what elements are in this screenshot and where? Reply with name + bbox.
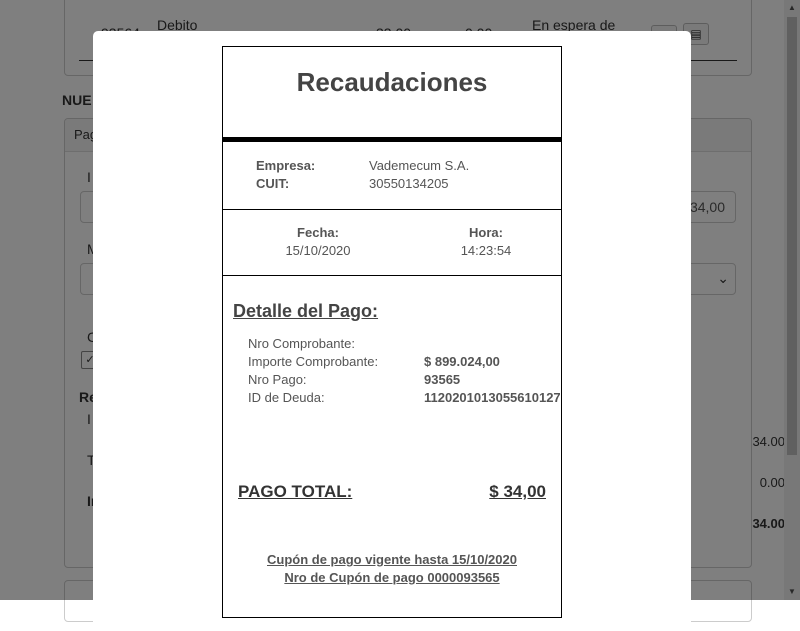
time-label: Hora: <box>469 225 503 240</box>
time-value: 14:23:54 <box>460 243 512 258</box>
detail-value: $ 899.024,00 <box>424 354 500 369</box>
receipt-divider <box>223 275 561 276</box>
date-label: Fecha: <box>297 225 339 240</box>
coupon-valid-text: Cupón de pago vigente hasta 15/10/2020 <box>267 552 517 567</box>
receipt: Recaudaciones Empresa: Vademecum S.A. CU… <box>222 46 562 618</box>
coupon-number-text: Nro de Cupón de pago 0000093565 <box>284 570 500 585</box>
company-value: Vademecum S.A. <box>369 158 470 173</box>
receipt-divider <box>223 209 561 210</box>
cuit-label: CUIT: <box>256 176 290 191</box>
total-value: $ 34,00 <box>489 482 546 501</box>
company-label: Empresa: <box>256 158 316 173</box>
receipt-modal: Recaudaciones Empresa: Vademecum S.A. CU… <box>93 31 691 631</box>
detail-label: ID de Deuda: <box>248 390 325 405</box>
detail-label: Nro Comprobante: <box>248 336 355 351</box>
detail-value: 93565 <box>424 372 461 387</box>
detail-value: 11202010130556101270 <box>424 390 560 405</box>
receipt-title: Recaudaciones <box>296 67 488 97</box>
total-label: PAGO TOTAL: <box>238 482 353 501</box>
detail-label: Importe Comprobante: <box>248 354 379 369</box>
detail-title: Detalle del Pago: <box>233 301 379 321</box>
detail-label: Nro Pago: <box>248 372 307 387</box>
receipt-header-divider <box>223 137 561 142</box>
date-value: 15/10/2020 <box>285 243 351 258</box>
cuit-value: 30550134205 <box>369 176 449 191</box>
